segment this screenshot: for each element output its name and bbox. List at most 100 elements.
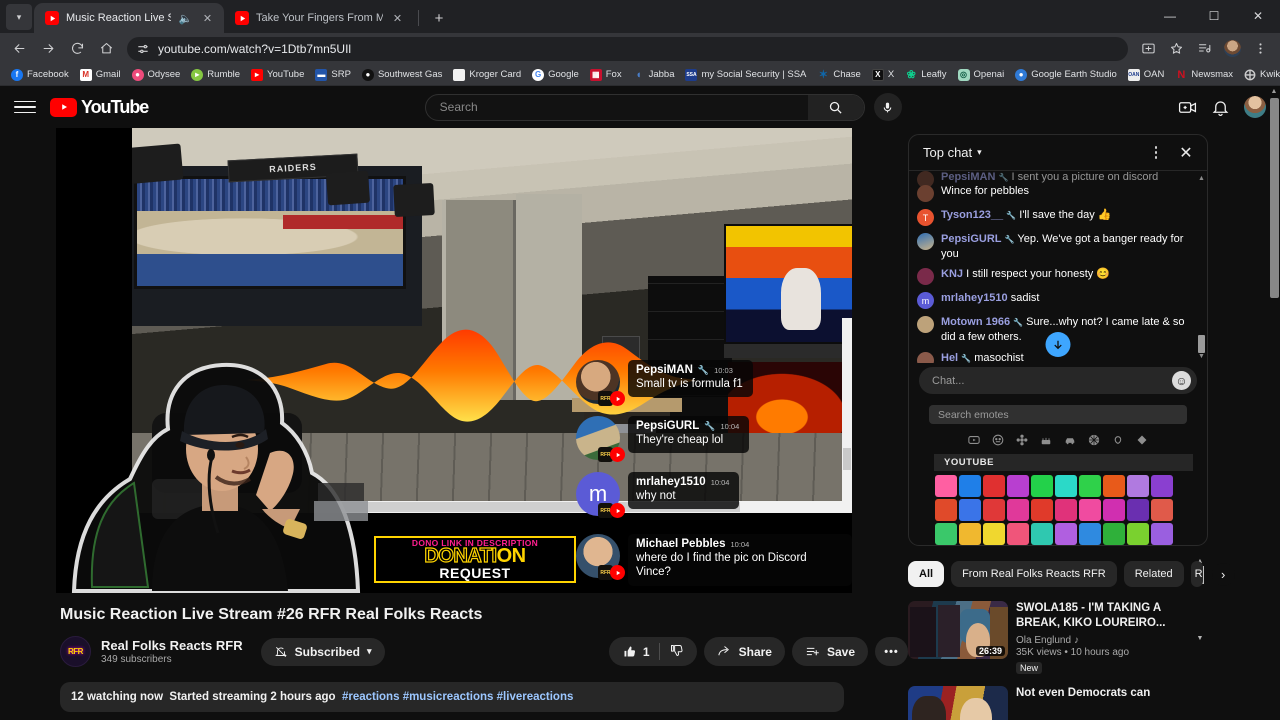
forward-button[interactable]	[35, 35, 62, 62]
hashtag-musicreactions[interactable]: #musicreactions	[403, 691, 494, 703]
speaker-icon[interactable]: 🔈	[178, 11, 193, 26]
back-button[interactable]	[6, 35, 33, 62]
user-avatar[interactable]	[1244, 96, 1266, 118]
tab-search-icon[interactable]: ▾	[6, 4, 32, 30]
close-window-button[interactable]: ✕	[1236, 1, 1280, 30]
emote-item[interactable]	[983, 499, 1005, 521]
hamburger-menu-icon[interactable]	[14, 96, 36, 118]
emote-item[interactable]	[983, 475, 1005, 497]
video-thumbnail[interactable]	[908, 685, 1008, 720]
dislike-button[interactable]	[669, 643, 684, 661]
youtube-logo[interactable]: YouTube	[50, 97, 149, 118]
channel-avatar[interactable]: RFR	[60, 636, 91, 667]
bookmark-jabba[interactable]: ◖ Jabba	[628, 67, 680, 83]
bookmark-southwest-gas[interactable]: ● Southwest Gas	[357, 67, 447, 83]
chat-input-row[interactable]: ☺	[919, 367, 1197, 394]
emote-item[interactable]	[1079, 499, 1101, 521]
chip-related[interactable]: Related	[1123, 561, 1184, 587]
emote-item[interactable]	[1007, 523, 1029, 545]
video-thumbnail[interactable]: 26:39	[908, 601, 1008, 659]
list-item[interactable]: Not even Democrats can	[908, 685, 1208, 720]
search-input[interactable]	[425, 94, 808, 120]
chip-partial[interactable]: R	[1190, 561, 1203, 587]
arrow-up-icon[interactable]: ▲	[1268, 86, 1280, 98]
page-scrollbar[interactable]: ▲	[1268, 86, 1280, 720]
emote-item[interactable]	[1103, 499, 1125, 521]
chip-all[interactable]: All	[908, 561, 945, 587]
list-item[interactable]: 26:39 SWOLA185 - I'M TAKING A BREAK, KIK…	[908, 601, 1208, 676]
bookmark-newsmax[interactable]: N Newsmax	[1170, 67, 1238, 83]
maximize-button[interactable]: ☐	[1192, 1, 1236, 30]
cake-icon[interactable]	[1039, 433, 1053, 447]
browser-tab-active[interactable]: Music Reaction Live Stream #26 RFR Re...…	[34, 3, 224, 33]
close-icon[interactable]: ✕	[390, 11, 405, 26]
bookmark-srp[interactable]: ▬ SRP	[310, 67, 356, 83]
emote-item[interactable]	[1103, 523, 1125, 545]
video-player[interactable]: RAIDERS DONO LINK IN DESCRIPTION DONATIO…	[56, 128, 852, 593]
video-title[interactable]: Not even Democrats can	[1016, 686, 1208, 701]
bookmark-gmail[interactable]: M Gmail	[75, 67, 126, 83]
chat-scrollbar[interactable]: ▲ ▼	[1198, 175, 1205, 361]
emote-item[interactable]	[1127, 499, 1149, 521]
emote-item[interactable]	[935, 499, 957, 521]
emote-item[interactable]	[1031, 523, 1053, 545]
bookmark-google-earth-studio[interactable]: ● Google Earth Studio	[1010, 67, 1122, 83]
emote-item[interactable]	[1127, 523, 1149, 545]
bookmark-leafly[interactable]: ❀ Leafly	[900, 67, 951, 83]
flower-icon[interactable]	[1015, 433, 1029, 447]
bookmark-kroger-card[interactable]: Kroger Card	[448, 67, 526, 83]
chip-from-channel[interactable]: From Real Folks Reacts RFR	[951, 561, 1117, 587]
bookmark-oan[interactable]: OAN OAN	[1123, 67, 1170, 83]
new-tab-button[interactable]: +	[427, 6, 451, 30]
emote-item[interactable]	[1031, 499, 1053, 521]
bookmark-kwikbit-internet[interactable]: ⨁ Kwikbit Internet	[1239, 67, 1280, 83]
bookmark-odysee[interactable]: ● Odysee	[127, 67, 186, 83]
share-button[interactable]: Share	[703, 637, 785, 666]
profile-avatar[interactable]	[1219, 35, 1246, 62]
basketball-icon[interactable]	[1087, 433, 1101, 447]
star-icon[interactable]	[1163, 35, 1190, 62]
bookmark-facebook[interactable]: f Facebook	[6, 67, 74, 83]
browser-tab-2[interactable]: Take Your Fingers From My Hair - YouTube…	[224, 3, 414, 33]
balloon-icon[interactable]	[1111, 433, 1125, 447]
emote-item[interactable]	[959, 499, 981, 521]
chat-input[interactable]	[932, 374, 1172, 387]
emote-item[interactable]	[1055, 523, 1077, 545]
hashtag-livereactions[interactable]: #livereactions	[497, 691, 574, 703]
emote-grid[interactable]	[909, 471, 1207, 545]
like-button[interactable]: 1	[622, 644, 650, 659]
close-chat-icon[interactable]: ✕	[1173, 140, 1199, 166]
chevron-right-icon[interactable]: ›	[1211, 562, 1235, 586]
emote-item[interactable]	[1127, 475, 1149, 497]
kebab-menu-icon[interactable]	[1247, 35, 1274, 62]
bookmark-social-security[interactable]: SSA my Social Security | SSA	[680, 67, 811, 83]
emote-item[interactable]	[1151, 523, 1173, 545]
create-video-icon[interactable]	[1178, 98, 1197, 117]
tune-icon[interactable]	[135, 41, 150, 56]
bookmark-rumble[interactable]: ▸ Rumble	[186, 67, 245, 83]
bookmark-x[interactable]: XX	[867, 67, 899, 83]
subscribed-button[interactable]: Subscribed ▾	[260, 637, 385, 666]
emote-item[interactable]	[1151, 475, 1173, 497]
chat-message-list[interactable]: PepsiMAN 🔧 I sent you a picture on disco…	[909, 171, 1207, 363]
chat-mode-selector[interactable]: Top chat ▾	[923, 145, 982, 160]
emote-item[interactable]	[1151, 499, 1173, 521]
emote-item[interactable]	[1103, 475, 1125, 497]
emote-search-row[interactable]	[929, 405, 1187, 424]
emote-item[interactable]	[1055, 499, 1077, 521]
video-description-box[interactable]: 12 watching now Started streaming 2 hour…	[60, 682, 844, 712]
search-box[interactable]	[424, 93, 865, 121]
diamond-icon[interactable]	[1135, 433, 1149, 447]
chat-menu-icon[interactable]	[1143, 140, 1169, 166]
reload-button[interactable]	[64, 35, 91, 62]
address-bar[interactable]: youtube.com/watch?v=1Dtb7mn5UIl	[127, 36, 1128, 61]
smiley-icon[interactable]	[991, 433, 1005, 447]
emoji-icon[interactable]: ☺	[1172, 371, 1191, 390]
emote-item[interactable]	[1007, 475, 1029, 497]
bookmark-openai[interactable]: ◎ Openai	[953, 67, 1010, 83]
search-button[interactable]	[807, 94, 864, 120]
voice-search-button[interactable]	[873, 93, 902, 121]
bookmark-chase[interactable]: ✶ Chase	[812, 67, 865, 83]
emote-item[interactable]	[1079, 475, 1101, 497]
video-channel[interactable]: Ola Englund ♪	[1016, 635, 1208, 646]
